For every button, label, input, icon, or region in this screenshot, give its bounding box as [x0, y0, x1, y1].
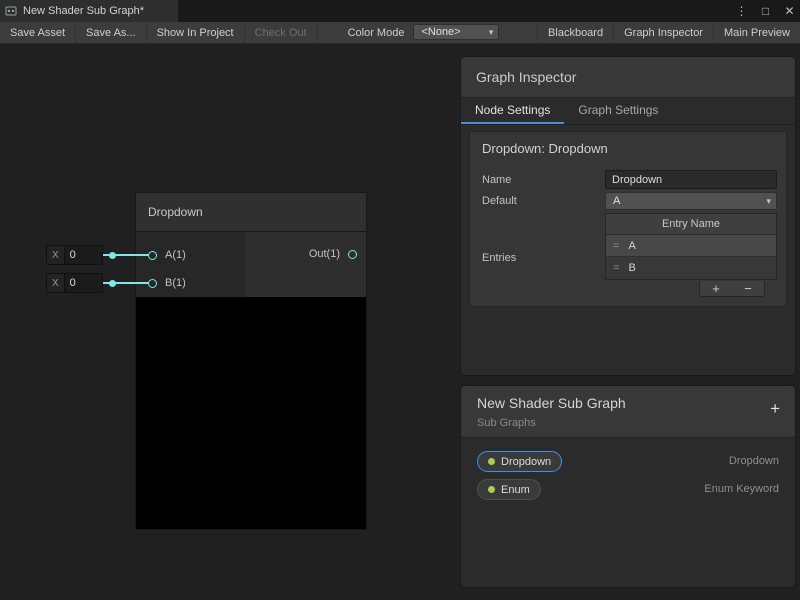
- default-select-wrap: A ▾: [605, 192, 777, 210]
- entries-list: Entry Name = A = B: [605, 213, 777, 280]
- add-property-button[interactable]: +: [770, 399, 780, 419]
- edge-anchor-b: [109, 280, 116, 287]
- save-as-button[interactable]: Save As...: [76, 22, 147, 43]
- port-out-icon[interactable]: [348, 250, 357, 259]
- port-input-a-value[interactable]: 0: [64, 246, 102, 264]
- save-asset-button[interactable]: Save Asset: [0, 22, 76, 43]
- dropdown-node-header[interactable]: Dropdown: [135, 192, 367, 232]
- color-mode-dropdown[interactable]: <None> ▾: [413, 24, 499, 40]
- name-input[interactable]: Dropdown: [605, 170, 777, 189]
- blackboard-subtitle: Sub Graphs: [477, 417, 779, 429]
- property-pill-enum[interactable]: Enum: [477, 479, 541, 500]
- property-type-label: Dropdown: [729, 455, 779, 467]
- port-b-icon[interactable]: [148, 279, 157, 288]
- inspector-tabs: Node Settings Graph Settings: [461, 98, 795, 125]
- tab-node-settings[interactable]: Node Settings: [461, 98, 564, 124]
- entry-row-a[interactable]: = A: [606, 235, 776, 257]
- add-entry-button[interactable]: +: [700, 281, 732, 296]
- name-value: Dropdown: [612, 174, 662, 186]
- show-in-project-button[interactable]: Show In Project: [147, 22, 245, 43]
- chevron-down-icon: ▾: [766, 196, 771, 207]
- unity-shader-graph-window: New Shader Sub Graph* ⋮ □ ✕ Save Asset S…: [0, 0, 800, 600]
- main-preview-toggle-button[interactable]: Main Preview: [713, 22, 800, 43]
- toolbar-right-group: Blackboard Graph Inspector Main Preview: [537, 22, 800, 43]
- menu-kebab-icon[interactable]: ⋮: [735, 4, 748, 18]
- drag-handle-icon[interactable]: =: [613, 240, 619, 252]
- port-input-b[interactable]: X 0: [46, 273, 103, 293]
- property-dot-icon: [488, 458, 495, 465]
- port-input-b-value[interactable]: 0: [64, 274, 102, 292]
- close-icon[interactable]: ✕: [783, 4, 796, 18]
- node-title: Dropdown: [148, 205, 203, 219]
- default-label: Default: [482, 195, 517, 207]
- port-a-icon[interactable]: [148, 251, 157, 260]
- blackboard-header[interactable]: New Shader Sub Graph Sub Graphs +: [461, 386, 795, 438]
- tab-new-shader-sub-graph[interactable]: New Shader Sub Graph*: [0, 0, 178, 22]
- entries-list-header: Entry Name: [606, 214, 776, 235]
- property-type-label: Enum Keyword: [704, 483, 779, 495]
- port-b-label: B(1): [165, 277, 186, 289]
- blackboard-title: New Shader Sub Graph: [477, 395, 779, 411]
- graph-inspector-toggle-button[interactable]: Graph Inspector: [613, 22, 713, 43]
- property-pill-label: Dropdown: [501, 456, 551, 468]
- blackboard-panel: New Shader Sub Graph Sub Graphs + Dropdo…: [460, 385, 796, 588]
- remove-entry-button[interactable]: −: [732, 281, 764, 296]
- property-pill-dropdown[interactable]: Dropdown: [477, 451, 562, 472]
- entry-row-b[interactable]: = B: [606, 257, 776, 279]
- entry-name: B: [628, 262, 635, 274]
- color-mode-value: <None>: [421, 26, 460, 38]
- port-input-a[interactable]: X 0: [46, 245, 103, 265]
- toolbar: Save Asset Save As... Show In Project Ch…: [0, 22, 800, 44]
- entry-name: A: [628, 240, 635, 252]
- graph-inspector-panel: Graph Inspector Node Settings Graph Sett…: [460, 56, 796, 376]
- edge-anchor-a: [109, 252, 116, 259]
- blackboard-toggle-button[interactable]: Blackboard: [537, 22, 613, 43]
- axis-label: X: [47, 250, 64, 261]
- axis-label: X: [47, 278, 64, 289]
- port-out-label: Out(1): [280, 248, 340, 260]
- shader-graph-icon: [5, 5, 17, 17]
- default-dropdown[interactable]: A ▾: [605, 192, 777, 210]
- property-pill-label: Enum: [501, 484, 530, 496]
- check-out-button: Check Out: [245, 22, 318, 43]
- graph-inspector-title: Graph Inspector: [476, 69, 576, 85]
- entries-label: Entries: [482, 252, 516, 264]
- color-mode-label: Color Mode: [318, 22, 414, 43]
- name-label: Name: [482, 174, 511, 186]
- tab-title: New Shader Sub Graph*: [23, 5, 144, 17]
- titlebar: New Shader Sub Graph* ⋮ □ ✕: [0, 0, 800, 22]
- node-settings-section: Dropdown: Dropdown Name Dropdown Default…: [469, 131, 787, 307]
- port-a-label: A(1): [165, 249, 186, 261]
- graph-inspector-header[interactable]: Graph Inspector: [461, 57, 795, 98]
- property-dot-icon: [488, 486, 495, 493]
- chevron-down-icon: ▾: [489, 27, 494, 38]
- section-title: Dropdown: Dropdown: [470, 132, 786, 156]
- default-value: A: [613, 195, 620, 207]
- tab-graph-settings[interactable]: Graph Settings: [564, 98, 672, 124]
- maximize-icon[interactable]: □: [759, 4, 772, 18]
- entries-list-footer: + −: [699, 281, 765, 297]
- drag-handle-icon[interactable]: =: [613, 262, 619, 274]
- dropdown-node-preview[interactable]: [135, 297, 367, 530]
- window-controls: ⋮ □ ✕: [735, 0, 796, 22]
